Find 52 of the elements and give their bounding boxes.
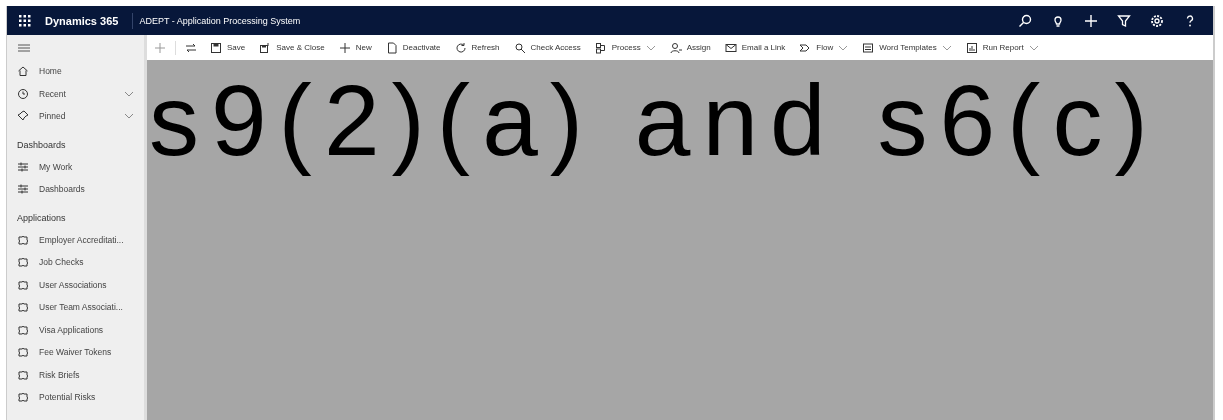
- section-heading: Dashboards: [16, 138, 67, 152]
- sidebar-item[interactable]: Dashboards: [7, 178, 144, 201]
- sidebar-item[interactable]: Employer Accreditati...: [7, 228, 144, 251]
- toolbar-button[interactable]: Assign: [665, 39, 715, 56]
- toolbar-button[interactable]: Save: [206, 39, 250, 56]
- toolbar-button[interactable]: Check Access: [509, 39, 585, 56]
- toolbar-button[interactable]: Process: [590, 39, 660, 56]
- sidebar-item[interactable]: Risk Briefs: [7, 363, 144, 386]
- filter-icon[interactable]: [1117, 13, 1131, 28]
- toolbar-button[interactable]: Deactivate: [381, 39, 445, 56]
- save-icon: [259, 41, 272, 54]
- dashboard-icon: [17, 160, 29, 173]
- toolbar-button[interactable]: New: [334, 39, 376, 56]
- section-heading: Applications: [16, 211, 67, 225]
- toolbar-button[interactable]: Save & Close: [255, 39, 329, 56]
- dashboard-icon: [17, 183, 29, 196]
- redaction-label: s9(2)(a) and s6(c): [149, 63, 1160, 178]
- toolbar-button[interactable]: Word Templates: [858, 39, 956, 56]
- email-icon: [724, 41, 737, 54]
- word-template-icon: [862, 41, 875, 54]
- toolbar-button[interactable]: Run Report: [961, 39, 1043, 56]
- document-icon: [385, 41, 398, 54]
- plus-icon: [338, 41, 351, 54]
- report-icon: [965, 41, 978, 54]
- sidebar-item[interactable]: User Team Associati...: [7, 296, 144, 319]
- sidebar-item[interactable]: Fee Waiver Tokens: [7, 341, 144, 364]
- refresh-icon: [454, 41, 467, 54]
- sidebar-item[interactable]: My Work: [7, 155, 144, 178]
- sidebar-item[interactable]: Visa Applications: [7, 318, 144, 341]
- save-icon: [210, 41, 222, 54]
- sidebar-item[interactable]: User Associations: [7, 273, 144, 296]
- toolbar-button[interactable]: Email a Link: [720, 39, 790, 56]
- toolbar-button[interactable]: Flow: [795, 39, 853, 56]
- swap-icon[interactable]: [185, 41, 197, 54]
- app-name[interactable]: Dynamics 365: [45, 14, 119, 27]
- sidebar-item[interactable]: Potential Risks: [7, 386, 144, 409]
- settings-icon[interactable]: [1150, 13, 1164, 28]
- toolbar-button[interactable]: Refresh: [450, 39, 504, 56]
- sidebar-item[interactable]: Pinned: [7, 105, 144, 128]
- flow-icon: [799, 41, 812, 54]
- lightbulb-icon[interactable]: [1051, 13, 1065, 28]
- process-icon: [594, 41, 607, 54]
- sidebar-item[interactable]: Job Checks: [7, 251, 144, 274]
- home-icon: [17, 65, 29, 78]
- person-icon: [669, 41, 682, 54]
- sidebar-item[interactable]: Recent: [7, 82, 144, 105]
- app-title: ADEPT - Application Processing System: [139, 15, 301, 26]
- clock-icon: [17, 87, 29, 100]
- search-icon[interactable]: [1018, 13, 1032, 28]
- magnifier-icon: [513, 41, 526, 54]
- sidebar-item[interactable]: Home: [7, 60, 144, 83]
- app-launcher-icon[interactable]: [19, 14, 31, 27]
